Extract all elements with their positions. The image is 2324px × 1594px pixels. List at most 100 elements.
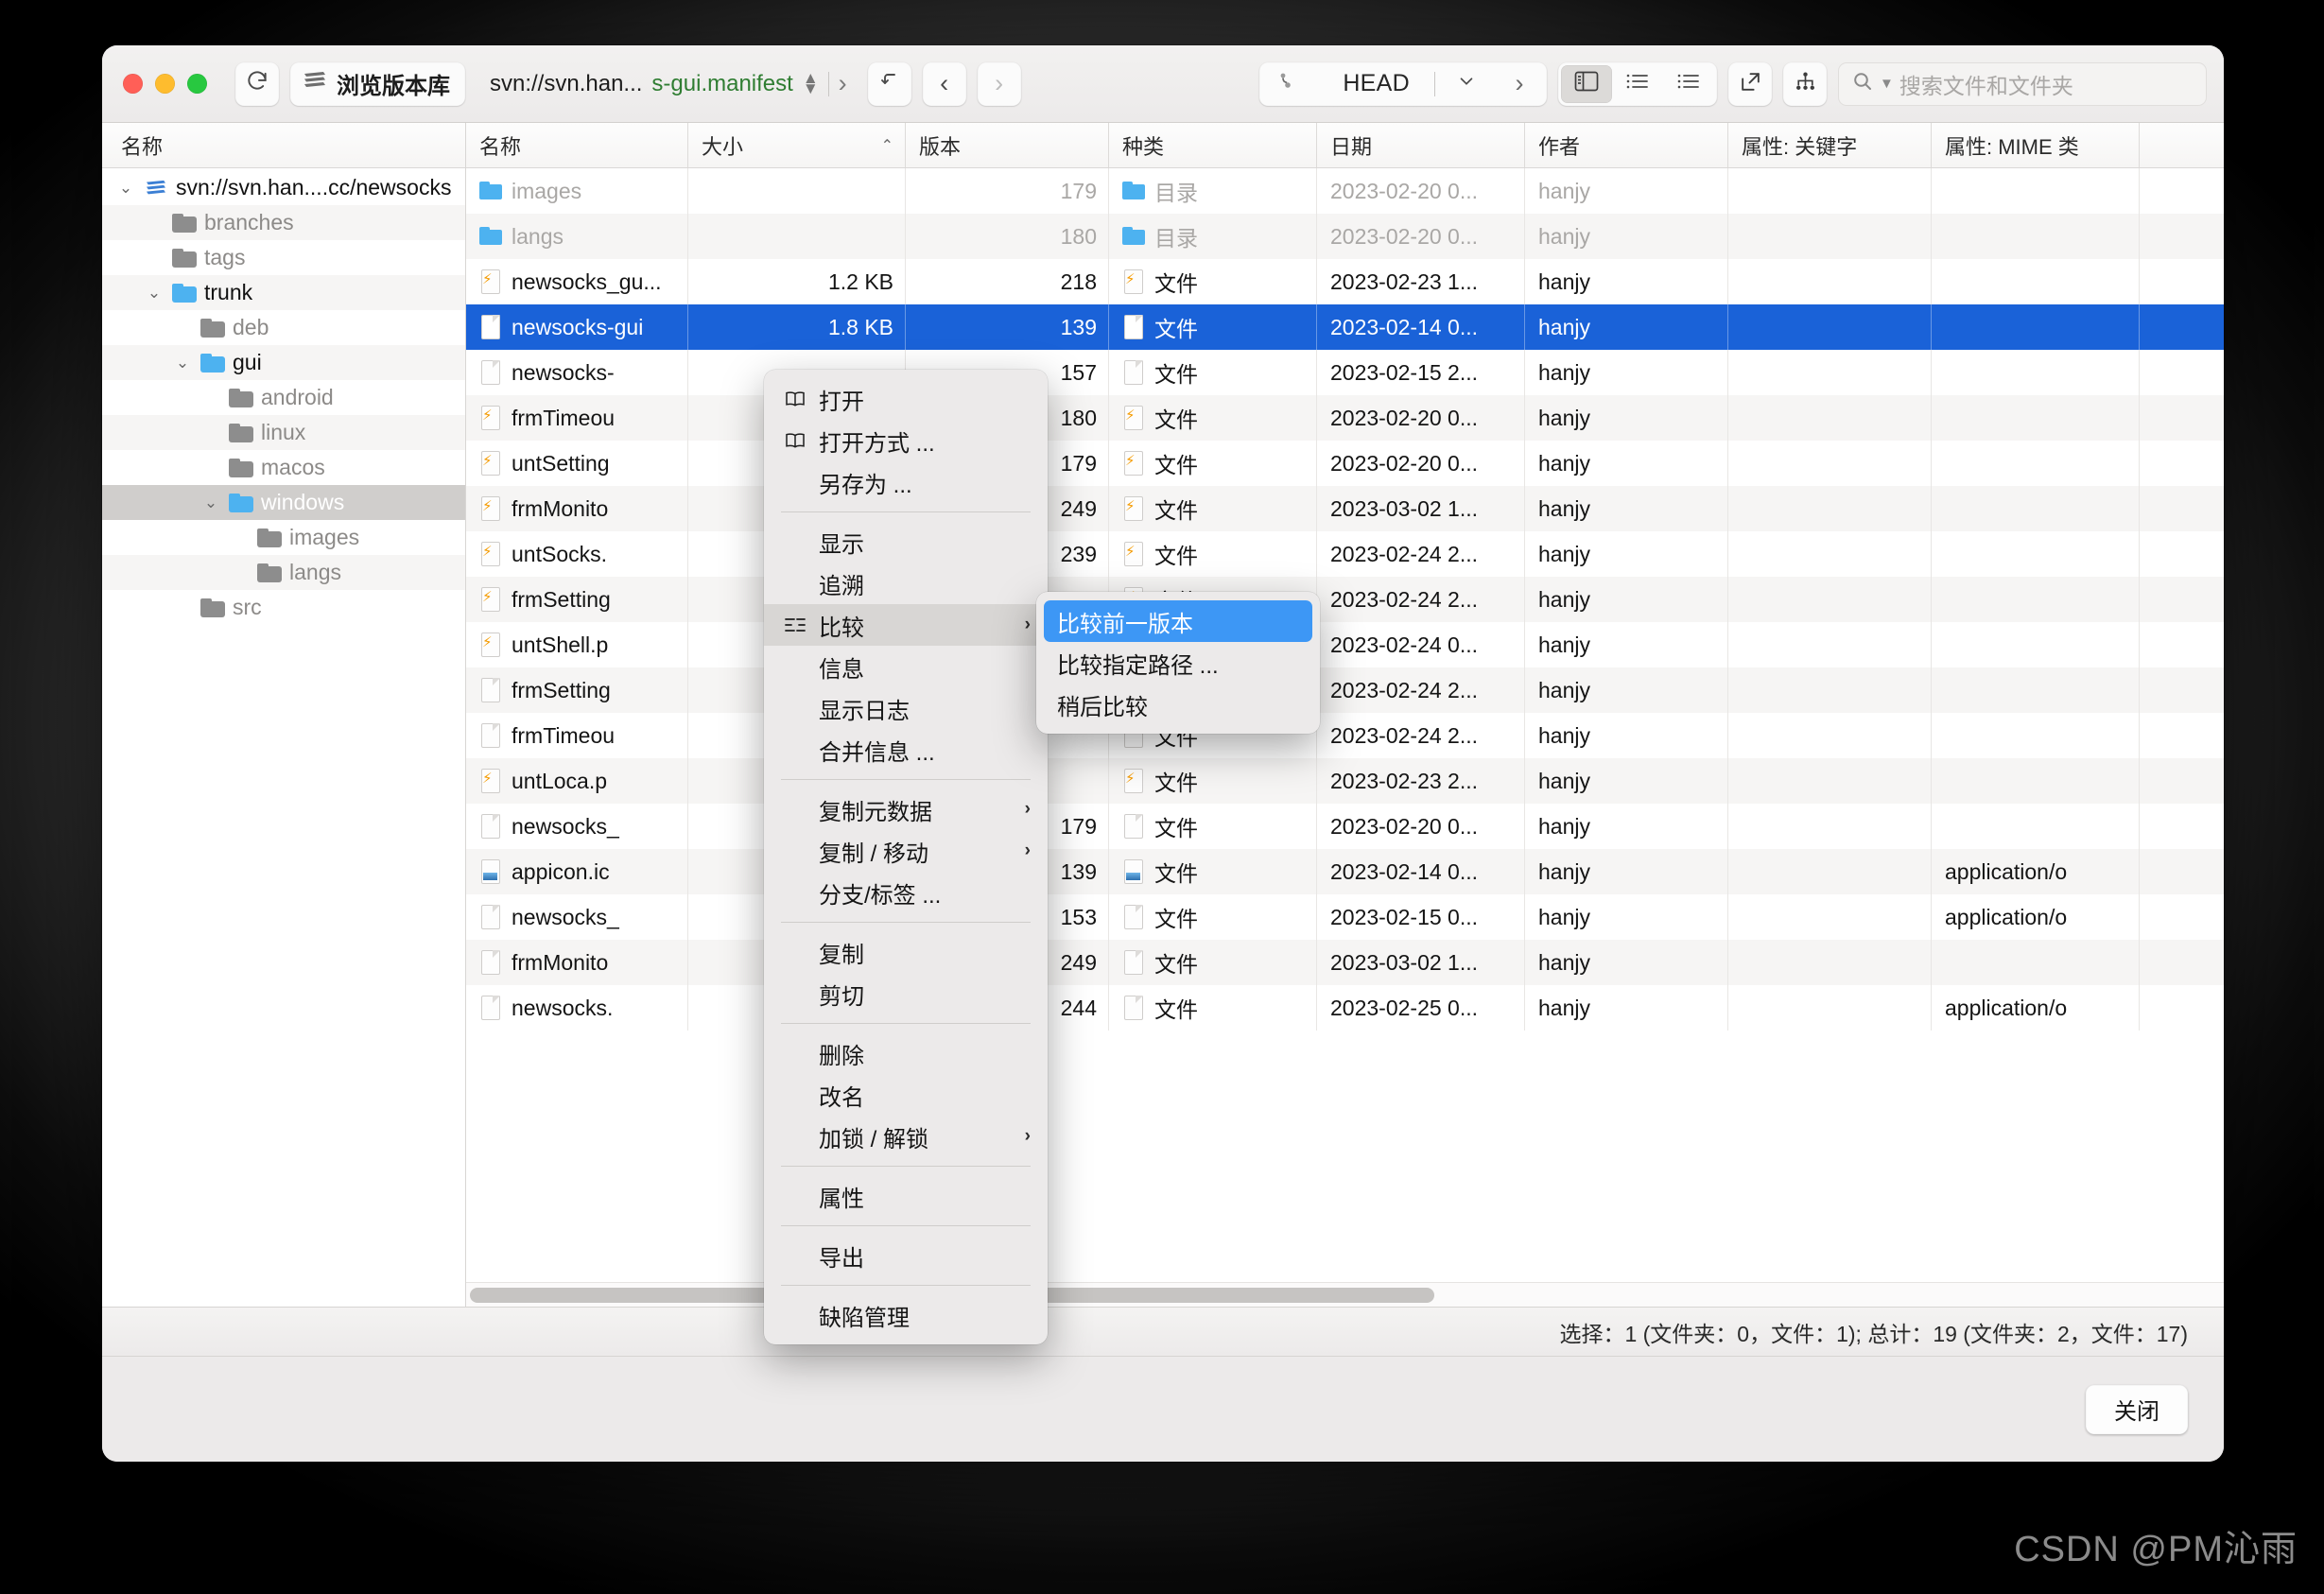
compare-submenu-item-0[interactable]: 比较前一版本	[1044, 600, 1312, 642]
context-menu-item-5[interactable]: 比较 ›	[764, 604, 1048, 646]
file-row[interactable]: newsocks. 244 文件 2023-02-25 0... hanjy applic…	[466, 985, 2224, 1031]
close-dialog-button[interactable]: 关闭	[2086, 1384, 2188, 1434]
column-header-4[interactable]: 日期	[1317, 123, 1525, 167]
column-header-0[interactable]: 名称	[466, 123, 688, 167]
back-button[interactable]: ‹	[922, 61, 966, 106]
tree-item-macos[interactable]: macos	[102, 450, 465, 485]
disclosure-triangle-icon[interactable]: ⌄	[144, 284, 165, 303]
tree-item-langs[interactable]: langs	[102, 555, 465, 590]
context-menu-item-1[interactable]: 打开方式 ...	[764, 420, 1048, 461]
column-header-1[interactable]: 大小 ⌃	[688, 123, 906, 167]
context-menu-item-13[interactable]: 剪切	[764, 973, 1048, 1014]
context-menu-item-17[interactable]: 属性	[764, 1175, 1048, 1217]
file-row[interactable]: untLoca.p 文件 2023-02-23 2... hanjy	[466, 758, 2224, 804]
file-row[interactable]: newsocks_ 153 文件 2023-02-15 0... hanjy applic…	[466, 894, 2224, 940]
compare-submenu[interactable]: 比较前一版本 比较指定路径 ... 稍后比较	[1036, 592, 1320, 734]
compare-submenu-item-1[interactable]: 比较指定路径 ...	[1044, 642, 1312, 684]
file-row[interactable]: newsocks-gui 1.8 KB 139 文件 2023-02-14 0... ha…	[466, 304, 2224, 350]
context-menu-item-15[interactable]: 改名	[764, 1074, 1048, 1116]
file-row[interactable]: frmMonito 249 文件 2023-03-02 1... hanjy	[466, 940, 2224, 985]
go-up-button[interactable]	[867, 61, 911, 106]
tree-item-gui[interactable]: ⌄ gui	[102, 345, 465, 380]
forward-button[interactable]: ›	[977, 61, 1021, 106]
file-row[interactable]: frmMonito 249 文件 2023-03-02 1... hanjy	[466, 486, 2224, 531]
view-list-button[interactable]	[1612, 65, 1663, 103]
revision-selector-group[interactable]: HEAD ›	[1259, 61, 1547, 106]
context-menu-item-9[interactable]: 复制元数据 ›	[764, 788, 1048, 830]
refresh-button[interactable]	[235, 61, 279, 106]
tree-item-deb[interactable]: deb	[102, 310, 465, 345]
column-header-2[interactable]: 版本	[906, 123, 1109, 167]
tree-item-trunk[interactable]: ⌄ trunk	[102, 275, 465, 310]
context-menu-item-8[interactable]: 合并信息 ...	[764, 729, 1048, 771]
revision-next-button[interactable]: ›	[1498, 62, 1541, 106]
context-menu-item-19[interactable]: 缺陷管理	[764, 1294, 1048, 1336]
view-detail-button[interactable]	[1663, 65, 1714, 103]
file-row[interactable]: frmSetting237文件2023-02-24 2...hanjy	[466, 577, 2224, 622]
file-row[interactable]: untShell.p文件2023-02-24 0...hanjy	[466, 622, 2224, 667]
disclosure-triangle-icon[interactable]: ⌄	[172, 354, 193, 373]
column-header-6[interactable]: 属性: 关键字	[1728, 123, 1932, 167]
horizontal-scrollbar[interactable]	[466, 1282, 2224, 1307]
file-row[interactable]: newsocks_gu... 1.2 KB 218 文件 2023-02-23 1...…	[466, 259, 2224, 304]
tree-item-linux[interactable]: linux	[102, 415, 465, 450]
context-menu-item-14[interactable]: 删除	[764, 1032, 1048, 1074]
context-menu-item-12[interactable]: 复制	[764, 931, 1048, 973]
disclosure-triangle-icon[interactable]: ⌄	[115, 179, 136, 198]
tree-item-windows[interactable]: ⌄ windows	[102, 485, 465, 520]
file-list-header[interactable]: 名称 大小 ⌃ 版本 种类 日期 作者 属性: 关键字 属性: MIME 类	[466, 123, 2224, 168]
revision-graph-button[interactable]	[1265, 62, 1309, 106]
revision-tree-button[interactable]	[1783, 61, 1827, 106]
column-header-3[interactable]: 种类	[1109, 123, 1317, 167]
repo-browser-chip[interactable]: 浏览版本库	[290, 61, 465, 106]
file-row[interactable]: appicon.ic 139 文件 2023-02-14 0... hanjy appli…	[466, 849, 2224, 894]
context-menu-item-7[interactable]: 显示日志	[764, 687, 1048, 729]
cell-name: newsocks-	[466, 350, 688, 395]
file-row[interactable]: newsocks- 157 文件 2023-02-15 2... hanjy	[466, 350, 2224, 395]
cell-author: hanjy	[1525, 849, 1728, 894]
repository-tree[interactable]: ⌄ svn://svn.han....cc/newsocks branches tag…	[102, 168, 465, 1307]
search-dropdown-chevron-down-icon[interactable]: ▼	[1880, 76, 1894, 92]
column-header-5[interactable]: 作者	[1525, 123, 1728, 167]
path-forward-chevron-right-icon[interactable]: ›	[839, 69, 847, 98]
tree-item-android[interactable]: android	[102, 380, 465, 415]
context-menu-item-11[interactable]: 分支/标签 ...	[764, 872, 1048, 913]
file-list-rows[interactable]: images 179 目录 2023-02-20 0... hanjy langs 180 目…	[466, 168, 2224, 1307]
column-header-7[interactable]: 属性: MIME 类	[1932, 123, 2140, 167]
disclosure-triangle-icon[interactable]: ⌄	[200, 494, 221, 512]
view-sidebar-button[interactable]	[1561, 64, 1612, 103]
tree-item-src[interactable]: src	[102, 590, 465, 625]
context-menu-item-3[interactable]: 显示	[764, 521, 1048, 563]
path-field[interactable]: svn://svn.han... s-gui.manifest ▲ ▼ ›	[477, 62, 857, 106]
context-menu-item-16[interactable]: 加锁 / 解锁 ›	[764, 1116, 1048, 1157]
file-row[interactable]: images 179 目录 2023-02-20 0... hanjy	[466, 168, 2224, 214]
context-menu-item-2[interactable]: 另存为 ...	[764, 461, 1048, 503]
context-menu-item-0[interactable]: 打开	[764, 378, 1048, 420]
tree-item-tags[interactable]: tags	[102, 240, 465, 275]
file-row[interactable]: frmTimeou 文件 2023-02-24 2... hanjy	[466, 713, 2224, 758]
export-button[interactable]	[1728, 61, 1772, 106]
file-row[interactable]: frmTimeou 180 文件 2023-02-20 0... hanjy	[466, 395, 2224, 441]
view-mode-group[interactable]	[1558, 61, 1717, 106]
compare-submenu-item-2[interactable]: 稍后比较	[1044, 684, 1312, 725]
revision-dropdown-button[interactable]	[1445, 62, 1488, 106]
file-row[interactable]: untSocks. 239 文件 2023-02-24 2... hanjy	[466, 531, 2224, 577]
file-row[interactable]: untSetting 179 文件 2023-02-20 0... hanjy	[466, 441, 2224, 486]
context-menu-item-6[interactable]: 信息	[764, 646, 1048, 687]
minimize-window-button[interactable]	[155, 74, 175, 94]
tree-item-images[interactable]: images	[102, 520, 465, 555]
context-menu-item-4[interactable]: 追溯	[764, 563, 1048, 604]
zoom-window-button[interactable]	[187, 74, 207, 94]
context-menu-item-label: 比较	[819, 615, 864, 641]
stepper-updown-icon[interactable]: ▲ ▼	[803, 70, 819, 95]
context-menu-item-10[interactable]: 复制 / 移动 ›	[764, 830, 1048, 872]
file-row[interactable]: newsocks_ 179 文件 2023-02-20 0... hanjy	[466, 804, 2224, 849]
close-window-button[interactable]	[123, 74, 143, 94]
context-menu[interactable]: 打开 打开方式 ... 另存为 ... 显示 追溯 比较 › 信息 显示日志 合并信息 ... 复制…	[764, 370, 1048, 1344]
context-menu-item-18[interactable]: 导出	[764, 1235, 1048, 1276]
tree-item-svn-svn-han-cc-newsocks[interactable]: ⌄ svn://svn.han....cc/newsocks	[102, 170, 465, 205]
file-row[interactable]: langs 180 目录 2023-02-20 0... hanjy	[466, 214, 2224, 259]
file-row[interactable]: frmSetting文件2023-02-24 2...hanjy	[466, 667, 2224, 713]
search-input[interactable]: ▼ 搜索文件和文件夹	[1838, 61, 2207, 106]
tree-item-branches[interactable]: branches	[102, 205, 465, 240]
